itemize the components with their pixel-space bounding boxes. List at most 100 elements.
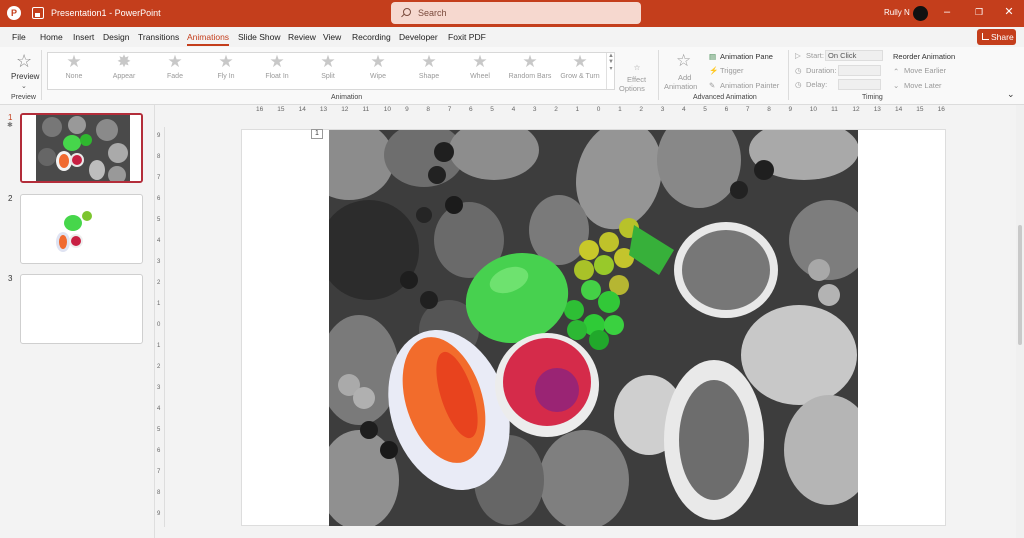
ruler-tick-label: 3 [157,259,161,265]
animation-wipe[interactable]: ★ Wipe [354,53,402,87]
animation-label: Split [321,73,335,80]
animation-fly-in[interactable]: ★ Fly In [202,53,250,87]
menu-bar: File Home Insert Design Transitions Anim… [0,27,1024,47]
move-earlier-icon: ⌃ [893,67,900,76]
animation-shape[interactable]: ★ Shape [405,53,453,87]
effect-options-label[interactable]: Effect [627,75,646,84]
tab-slide-show[interactable]: Slide Show [238,32,281,42]
ruler-tick-label: 8 [767,106,771,113]
tab-transitions[interactable]: Transitions [138,32,179,42]
animation-painter-button[interactable]: Animation Painter [720,81,779,90]
preview-star-icon[interactable]: ☆ [16,51,32,72]
minimize-icon[interactable]: – [940,5,954,19]
restore-icon[interactable]: ❐ [972,5,986,19]
animation-appear[interactable]: ✸ Appear [100,53,148,87]
user-name[interactable]: Rully N [884,8,910,17]
add-animation-label-2[interactable]: Animation [664,82,697,91]
ruler-tick-label: 0 [157,322,161,328]
tab-home[interactable]: Home [40,32,63,42]
tab-design[interactable]: Design [103,32,129,42]
tab-recording[interactable]: Recording [352,32,391,42]
animation-none[interactable]: ★ None [50,53,98,87]
tab-foxit-pdf[interactable]: Foxit PDF [448,32,486,42]
tab-insert[interactable]: Insert [73,32,94,42]
ruler-tick-label: 7 [157,175,161,181]
star-icon: ★ [320,52,336,71]
ruler-tick-label: 8 [157,490,161,496]
tab-review[interactable]: Review [288,32,316,42]
star-icon: ★ [421,52,437,71]
effect-options-icon[interactable]: ☆ [627,63,647,72]
reorder-animation-title: Reorder Animation [893,52,956,61]
powerpoint-logo-icon: P [7,6,21,20]
title-separator: - [109,8,113,18]
vertical-scrollbar[interactable] [1016,105,1024,538]
animation-fade[interactable]: ★ Fade [151,53,199,87]
close-icon[interactable]: ✕ [1002,5,1016,19]
tab-file[interactable]: File [12,32,26,42]
document-title: Presentation1 [51,8,107,18]
star-icon: ★ [522,52,538,71]
animation-float-in[interactable]: ★ Float In [253,53,301,87]
save-icon[interactable] [32,7,44,19]
animation-random-bars[interactable]: ★ Random Bars [506,53,554,87]
animation-label: Fade [167,73,183,80]
ruler-tick-label: 13 [873,106,881,113]
ruler-tick-label: 6 [469,106,473,113]
animation-pane-button[interactable]: Animation Pane [720,52,773,61]
ruler-tick-label: 9 [157,133,161,139]
duration-field[interactable] [838,65,881,76]
ruler-tick-label: 1 [618,106,622,113]
preview-button[interactable]: Preview [11,72,39,81]
duration-label: Duration: [806,66,837,75]
start-label: Start: [806,51,824,60]
group-label-animation: Animation [331,94,363,101]
ruler-tick-label: 6 [157,448,161,454]
animation-tag[interactable]: 1 [311,129,323,139]
delay-field[interactable] [838,79,881,90]
animation-wheel[interactable]: ★ Wheel [456,53,504,87]
effect-options-label-2[interactable]: Options [619,84,645,93]
group-label-preview: Preview [11,94,36,101]
slide-thumbnail-2[interactable] [20,194,143,264]
animation-grow-turn[interactable]: ★ Grow & Turn [556,53,604,87]
search-box[interactable]: Search [391,2,641,24]
thumbnail-image [22,115,141,181]
slide-thumbnail-1[interactable] [20,113,143,183]
animation-label: Wipe [370,73,386,80]
fruit-image[interactable] [329,130,858,526]
collapse-ribbon-icon[interactable]: ⌄ [1007,89,1015,100]
start-select[interactable]: On Click [825,50,883,61]
add-animation-icon[interactable]: ☆ [676,51,691,71]
divider [788,50,789,100]
ruler-tick-label: 12 [341,106,349,113]
delay-label: Delay: [806,80,828,89]
move-later-icon: ⌄ [893,81,900,90]
add-animation-label[interactable]: Add [678,73,691,82]
trigger-button[interactable]: Trigger [720,66,743,75]
ruler-tick-label: 3 [157,385,161,391]
ruler-tick-label: 10 [809,106,818,113]
star-icon: ★ [572,52,588,71]
ruler-tick-label: 6 [157,196,161,202]
animation-label: Wheel [470,73,490,80]
animation-split[interactable]: ★ Split [304,53,352,87]
slide-thumbnail-3[interactable] [20,274,143,344]
tab-animations[interactable]: Animations [187,32,230,46]
delay-icon: ◷ [795,80,802,89]
avatar[interactable] [913,6,928,21]
scrollbar-thumb[interactable] [1018,225,1022,345]
title-bar: P Presentation1 - PowerPoint Search Rull… [0,0,1024,27]
chevron-down-icon[interactable]: ⌄ [21,82,27,90]
move-later-button[interactable]: Move Later [904,81,942,90]
animation-pane-icon: ▤ [709,52,717,61]
animation-label: None [65,73,83,80]
ruler-tick-label: 7 [157,469,161,475]
ruler-tick-label: 12 [852,106,860,113]
ruler-tick-label: 5 [490,106,494,113]
gallery-scroll[interactable]: ▲ ▼ ▾ [606,53,615,89]
tab-developer[interactable]: Developer [399,32,438,42]
share-button[interactable]: Share [977,29,1016,45]
move-earlier-button[interactable]: Move Earlier [904,66,946,75]
tab-view[interactable]: View [323,32,341,42]
